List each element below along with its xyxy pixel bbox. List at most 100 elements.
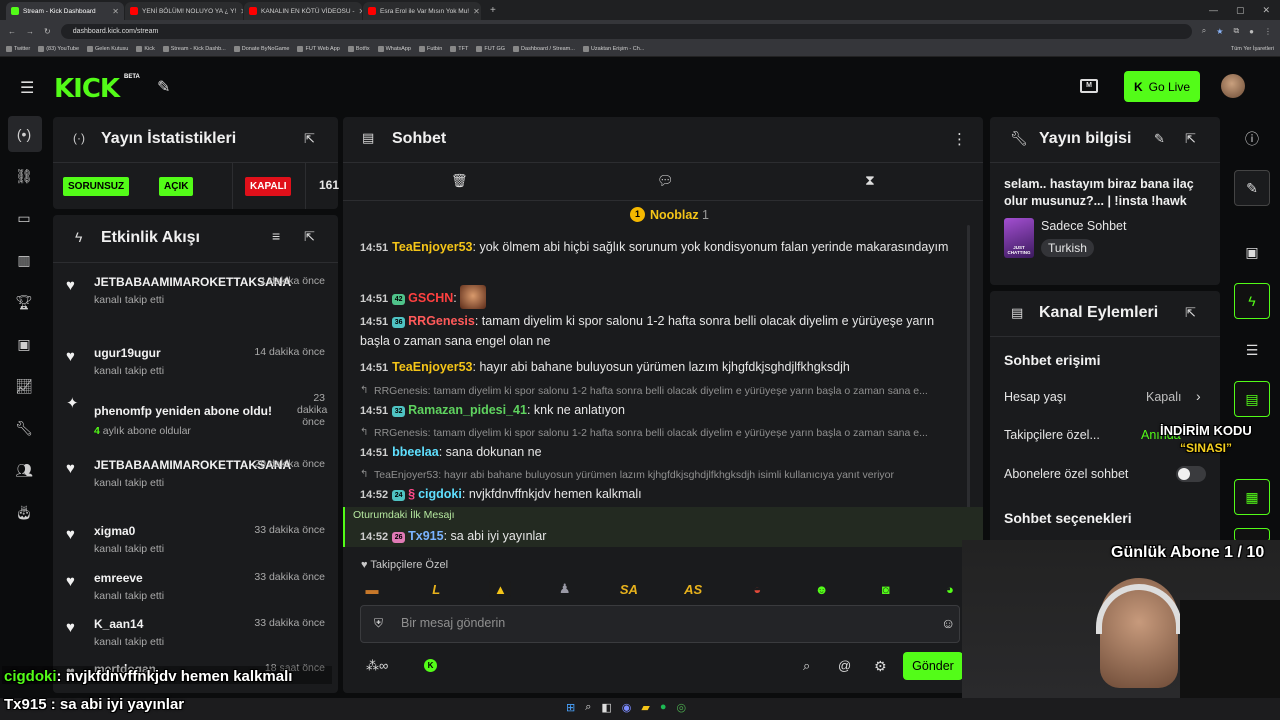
- bookmark-item[interactable]: Dashboard / Stream...: [513, 46, 575, 52]
- pencil-icon[interactable]: ✎: [1234, 170, 1270, 206]
- bookmark-item[interactable]: WhatsApp: [377, 46, 411, 52]
- spotify-icon[interactable]: ●: [660, 701, 667, 714]
- chat-username[interactable]: Tx915: [408, 529, 443, 543]
- chat-username[interactable]: bbeelaa: [392, 445, 439, 459]
- mention-icon[interactable]: @: [838, 658, 851, 673]
- emote-icon[interactable]: ☻: [811, 580, 833, 598]
- new-tab-button[interactable]: +: [482, 5, 504, 16]
- activity-name[interactable]: emreeve: [94, 571, 264, 586]
- avatar[interactable]: [1221, 74, 1245, 98]
- all-bookmarks[interactable]: Tüm Yer İşaretleri: [1231, 46, 1274, 52]
- streamer-mode-icon[interactable]: M: [1080, 79, 1098, 93]
- emote-icon[interactable]: ◒: [746, 580, 768, 598]
- emote-icon[interactable]: ◙: [875, 580, 897, 598]
- windows-start-icon[interactable]: ⊞: [566, 701, 575, 714]
- shield-icon[interactable]: ⛨: [374, 616, 383, 631]
- message-icon[interactable]: 💬︎: [657, 173, 674, 189]
- activity-name[interactable]: phenomfp yeniden abone oldu!: [94, 404, 299, 419]
- activity-name[interactable]: JETBABAAMIMAROKETTAKSANA: [94, 275, 291, 290]
- browser-window-icon[interactable]: ▭: [0, 210, 48, 227]
- bookmark-item[interactable]: Botfix: [347, 46, 370, 52]
- chrome-icon[interactable]: ◎: [677, 701, 687, 714]
- lightning-icon[interactable]: ϟ: [1234, 283, 1270, 319]
- url-field[interactable]: dashboard.kick.com/stream: [60, 23, 1192, 39]
- video-icon[interactable]: ▣: [0, 336, 48, 353]
- chat-input-placeholder[interactable]: Bir mesaj gönderin: [401, 616, 505, 630]
- filter-icon[interactable]: ≡: [272, 228, 280, 244]
- panel-icon[interactable]: ▦: [1234, 479, 1270, 515]
- reload-icon[interactable]: ↻: [44, 27, 51, 36]
- emote-icon[interactable]: AS: [682, 580, 704, 598]
- pinned-user[interactable]: Nooblaz: [650, 208, 699, 222]
- browser-tab-youtube-1[interactable]: YENİ BÖLÜM! NOLUYO YA ¿ Y!✕: [125, 2, 243, 20]
- trash-icon[interactable]: 🗑︎: [451, 173, 468, 189]
- search-icon[interactable]: ⌕: [585, 701, 591, 714]
- browser-tab-kick[interactable]: Stream - Kick Dashboard ✕: [6, 2, 124, 20]
- activity-name[interactable]: K_aan14: [94, 617, 264, 632]
- account-age-value[interactable]: Kapalı: [1146, 390, 1181, 404]
- pin-icon[interactable]: ✎: [157, 77, 170, 97]
- forward-icon[interactable]: →: [26, 27, 34, 36]
- chart-icon[interactable]: 📈︎: [0, 378, 48, 395]
- emote-icon[interactable]: ▲: [489, 580, 512, 598]
- profile-icon[interactable]: ●: [1249, 27, 1254, 36]
- menu-icon[interactable]: ☰: [20, 78, 34, 98]
- bookmark-item[interactable]: Futbin: [418, 46, 442, 52]
- popout-icon[interactable]: ⇱: [1185, 305, 1196, 321]
- bookmark-item[interactable]: FUT Web App: [297, 46, 340, 52]
- wrench-icon[interactable]: 🔧︎: [0, 420, 48, 437]
- bookmark-item[interactable]: Donate ByNoGame: [233, 46, 289, 52]
- close-tab-icon[interactable]: ✕: [240, 7, 243, 16]
- emote-icon[interactable]: ◕: [939, 580, 961, 598]
- chat-username[interactable]: cigdoki: [418, 487, 462, 501]
- gear-icon[interactable]: ⚙: [874, 658, 887, 675]
- close-tab-icon[interactable]: ✕: [112, 7, 119, 16]
- zoom-icon[interactable]: ⌕: [1202, 26, 1206, 36]
- category-thumbnail[interactable]: JUST CHATTING: [1004, 218, 1034, 258]
- bookmark-star-icon[interactable]: ★: [1216, 27, 1223, 36]
- chat-username[interactable]: TeaEnjoyer53: [392, 360, 472, 374]
- discord-icon[interactable]: ◉: [622, 701, 632, 714]
- activity-name[interactable]: xigma0: [94, 524, 264, 539]
- close-tab-icon[interactable]: ✕: [359, 7, 362, 16]
- bookmark-item[interactable]: FUT GG: [476, 46, 505, 52]
- bookmark-item[interactable]: Twitter: [6, 46, 30, 52]
- go-live-button[interactable]: K Go Live: [1124, 71, 1200, 102]
- maximize-icon[interactable]: ▢: [1236, 5, 1245, 16]
- chat-panel-icon[interactable]: ▤: [1234, 381, 1270, 417]
- popout-icon[interactable]: ⇱: [1185, 131, 1196, 147]
- link-icon[interactable]: ⛓: [0, 168, 48, 185]
- send-button[interactable]: Gönder: [903, 652, 963, 680]
- popout-icon[interactable]: ⇱: [304, 229, 315, 245]
- chat-username[interactable]: TeaEnjoyer53: [392, 240, 472, 254]
- kick-logo[interactable]: KICK: [54, 74, 120, 104]
- folder-icon[interactable]: ▰: [641, 701, 649, 714]
- back-icon[interactable]: ←: [8, 27, 16, 36]
- minimize-icon[interactable]: —: [1209, 5, 1218, 16]
- trophy-icon[interactable]: 🏆︎: [0, 294, 48, 311]
- close-tab-icon[interactable]: ✕: [473, 7, 480, 16]
- list-icon[interactable]: ☰: [1234, 332, 1270, 368]
- activity-name[interactable]: JETBABAAMIMAROKETTAKSANA: [94, 458, 291, 473]
- edit-icon[interactable]: ✎: [1154, 131, 1165, 147]
- media-icon[interactable]: ▣: [1234, 234, 1270, 270]
- chat-username[interactable]: RRGenesis: [408, 314, 475, 328]
- close-window-icon[interactable]: ✕: [1262, 5, 1270, 16]
- bookmark-item[interactable]: Kick: [136, 46, 155, 52]
- browser-menu-icon[interactable]: ⋮: [1264, 27, 1272, 36]
- chevron-right-icon[interactable]: ›: [1196, 388, 1201, 404]
- extensions-icon[interactable]: ⧉: [1233, 26, 1239, 36]
- widgets-icon[interactable]: ◧: [601, 701, 611, 714]
- emote-icon[interactable]: SA: [618, 580, 640, 598]
- bookmark-item[interactable]: Uzaktan Erişim - Ch...: [582, 46, 644, 52]
- chat-scrollbar[interactable]: [967, 225, 970, 525]
- broadcast-icon[interactable]: (•): [0, 126, 48, 142]
- kick-coin-icon[interactable]: K: [424, 659, 437, 672]
- bookmark-item[interactable]: TFT: [450, 46, 468, 52]
- cake-icon[interactable]: 🎂︎: [0, 504, 48, 521]
- more-options-icon[interactable]: ⋮: [952, 130, 967, 148]
- info-icon[interactable]: ⓘ: [1234, 121, 1270, 157]
- bookmark-item[interactable]: (83) YouTube: [38, 46, 79, 52]
- browser-tab-youtube-3[interactable]: Esra Erol ile Var Mısın Yok Mu! ✕: [363, 2, 481, 20]
- points-icon[interactable]: ⁂∞: [366, 658, 388, 674]
